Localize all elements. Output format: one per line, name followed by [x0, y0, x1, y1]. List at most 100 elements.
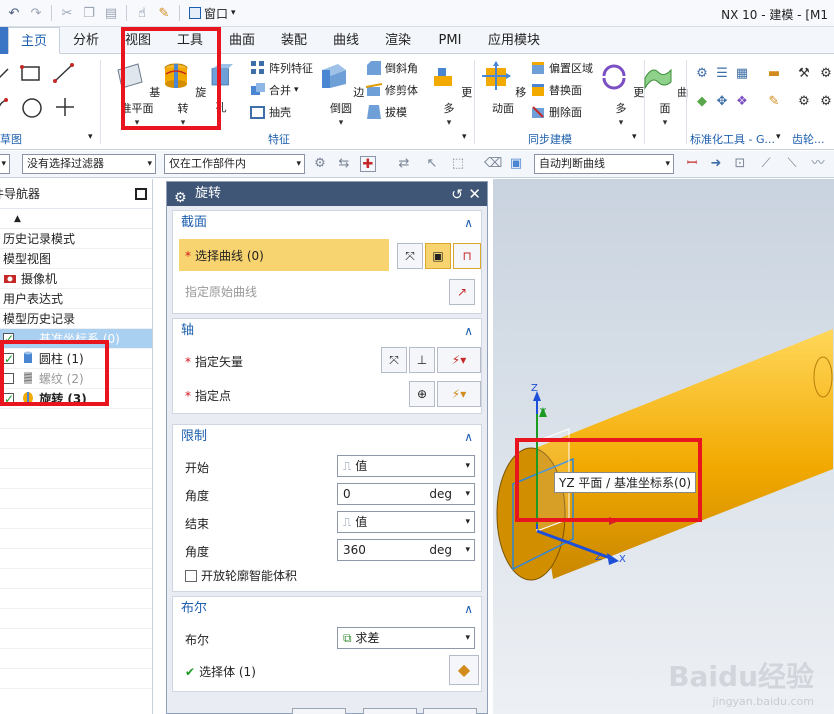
tab-application[interactable]: 应用模块	[476, 27, 552, 54]
navigator-column-header[interactable]: ▲	[0, 209, 152, 229]
tab-analysis[interactable]: 分析	[60, 27, 112, 54]
move-face-button[interactable]: 移动面	[478, 60, 528, 116]
open-profile-checkbox[interactable]	[185, 570, 197, 582]
nav-item-cylinder[interactable]: 圆柱 (1)	[0, 349, 152, 369]
ok-button[interactable]	[292, 708, 346, 714]
tool-icon-7[interactable]: ❖	[734, 94, 750, 110]
touch-mode-icon[interactable]: ☝	[132, 3, 152, 23]
nav-item-revolve[interactable]: 旋转 (3)	[0, 389, 152, 409]
trim-body-button[interactable]: 修剪体	[366, 80, 418, 100]
repeat-command-icon[interactable]: ✎	[154, 3, 174, 23]
edge-blend-button[interactable]: 边倒圆 ▾	[316, 60, 366, 128]
chevron-down-icon[interactable]: ▾	[776, 132, 781, 142]
line-segment-icon[interactable]	[52, 62, 76, 84]
vector-type-select[interactable]: ⚡▾	[437, 347, 481, 373]
tab-view[interactable]: 视图	[112, 27, 164, 54]
draft-button[interactable]: 拔模	[366, 102, 407, 122]
origin-curve-icon[interactable]: ↗	[449, 279, 475, 305]
start-type-select[interactable]: ⎍ 值 ▾	[337, 455, 475, 477]
end-type-select[interactable]: ⎍ 值 ▾	[337, 511, 475, 533]
window-menu[interactable]: 窗口 ▾	[185, 5, 240, 22]
tab-assembly[interactable]: 装配	[268, 27, 320, 54]
select-curve-row[interactable]: * 选择曲线 (0)	[179, 239, 389, 271]
start-angle-input[interactable]: 0 deg ▾	[337, 483, 475, 505]
visibility-checkbox[interactable]	[3, 389, 14, 409]
tool-icon-8[interactable]: ✎	[766, 94, 782, 110]
selection-arrow-icon[interactable]: ⇄	[396, 156, 412, 172]
section-group-header[interactable]: 截面 ∧	[173, 211, 481, 235]
stop-at-intersection-icon[interactable]: ꟷ	[684, 156, 700, 172]
chevron-down-icon[interactable]: ▾	[462, 132, 467, 142]
rectangle-tool-icon[interactable]	[20, 64, 42, 84]
nav-item-thread[interactable]: 螺纹 (2)	[0, 369, 152, 389]
gear-select-icon[interactable]: ⚙	[312, 156, 328, 172]
vector-dialog-icon[interactable]: ⊥	[409, 347, 435, 373]
arrow-select-icon[interactable]: ⇆	[336, 156, 352, 172]
paste-icon[interactable]: ▤	[101, 3, 121, 23]
feature-curves-icon[interactable]: ⊡	[732, 156, 748, 172]
reverse-direction-icon[interactable]: ⤧	[381, 347, 407, 373]
nav-item-model-history[interactable]: 模型历史记录	[0, 309, 152, 329]
selection-scope-select[interactable]: 仅在工作部件内 ▾	[164, 154, 305, 174]
copy-icon[interactable]: ❐	[79, 3, 99, 23]
tangent-icon[interactable]: ⟋	[758, 156, 774, 172]
end-angle-input[interactable]: 360 deg ▾	[337, 539, 475, 561]
shell-button[interactable]: 抽壳	[250, 102, 291, 122]
tool-icon-1[interactable]: ⚙	[694, 66, 710, 82]
surface-button[interactable]: 曲面 ▾	[640, 60, 690, 128]
hole-button[interactable]: 孔	[206, 60, 236, 115]
close-icon[interactable]: ✕	[468, 182, 481, 206]
cancel-button[interactable]	[423, 708, 477, 714]
chevron-down-icon[interactable]: ▾	[88, 132, 93, 142]
line-tool-icon[interactable]	[0, 64, 14, 84]
limits-group-header[interactable]: 限制 ∧	[173, 425, 481, 449]
nav-item-history-mode[interactable]: 历史记录模式	[0, 229, 152, 249]
nav-item-cameras[interactable]: 摄像机	[0, 269, 152, 289]
curve-icon[interactable]: ⊓	[453, 243, 481, 269]
tool-icon-3[interactable]: ▦	[734, 66, 750, 82]
point-tool-icon[interactable]	[54, 96, 76, 118]
reset-icon[interactable]: ↺	[451, 183, 463, 207]
curve-rule-select[interactable]: 自动判断曲线 ▾	[534, 154, 674, 174]
tab-pmi[interactable]: PMI	[424, 27, 476, 54]
file-menu-stub[interactable]	[0, 27, 8, 54]
nav-item-datum-csys[interactable]: 基准坐标系 (0)	[0, 329, 152, 349]
nav-item-user-expressions[interactable]: 用户表达式	[0, 289, 152, 309]
type-filter-select[interactable]: 没有选择过滤器 ▾	[22, 154, 156, 174]
replace-face-button[interactable]: 替换面	[530, 80, 582, 100]
tool-icon-9[interactable]: ⚒	[796, 66, 812, 82]
tab-tools[interactable]: 工具	[164, 27, 216, 54]
offset-region-button[interactable]: 偏置区域	[530, 58, 593, 78]
maximize-icon[interactable]	[135, 188, 147, 200]
tab-home[interactable]: 主页	[8, 27, 60, 54]
delete-face-button[interactable]: 删除面	[530, 102, 582, 122]
line-icon[interactable]: ⟍	[784, 156, 800, 172]
datum-plane-button[interactable]: 基准平面 ▾	[112, 60, 162, 128]
tab-render[interactable]: 渲染	[372, 27, 424, 54]
tab-curve[interactable]: 曲线	[320, 27, 372, 54]
point-dialog-icon[interactable]: ⊕	[409, 381, 435, 407]
eraser-icon[interactable]: ⌫	[484, 156, 502, 172]
tool-icon-2[interactable]: ☰	[714, 66, 730, 82]
graphics-viewport[interactable]: Z Y Z X YZ 平面 / 基准坐标系(0) Baidu经验 jingyan…	[493, 179, 834, 714]
unite-button[interactable]: 合并 ▾	[250, 80, 299, 100]
nav-item-model-views[interactable]: 模型视图	[0, 249, 152, 269]
select-body-icon[interactable]: ◆	[449, 655, 479, 685]
curve-icon[interactable]: 〰	[810, 156, 826, 172]
chamfer-button[interactable]: 倒斜角	[366, 58, 418, 78]
follow-fillet-icon[interactable]: ➜	[708, 156, 724, 172]
menu-combo-stub[interactable]: ▾	[0, 154, 10, 174]
tool-icon-11[interactable]: ⚙	[796, 94, 812, 110]
open-profile-label[interactable]: 开放轮廓智能体积	[185, 567, 297, 584]
more-sync-button[interactable]: 更多 ▾	[596, 60, 646, 128]
tool-icon-10[interactable]: ⚙	[818, 66, 834, 82]
boolean-select[interactable]: ⧉ 求差 ▾	[337, 627, 475, 649]
cut-icon[interactable]: ✂	[57, 3, 77, 23]
gear-icon[interactable]: ⚙	[174, 186, 187, 210]
visibility-checkbox[interactable]	[3, 349, 14, 369]
more-features-button[interactable]: 更多 ▾	[424, 60, 474, 128]
tool-icon-12[interactable]: ⚙	[818, 94, 834, 110]
pick-icon[interactable]: ↖	[424, 156, 440, 172]
tool-icon-4[interactable]: ▬	[766, 66, 782, 82]
visibility-checkbox[interactable]	[3, 329, 14, 349]
